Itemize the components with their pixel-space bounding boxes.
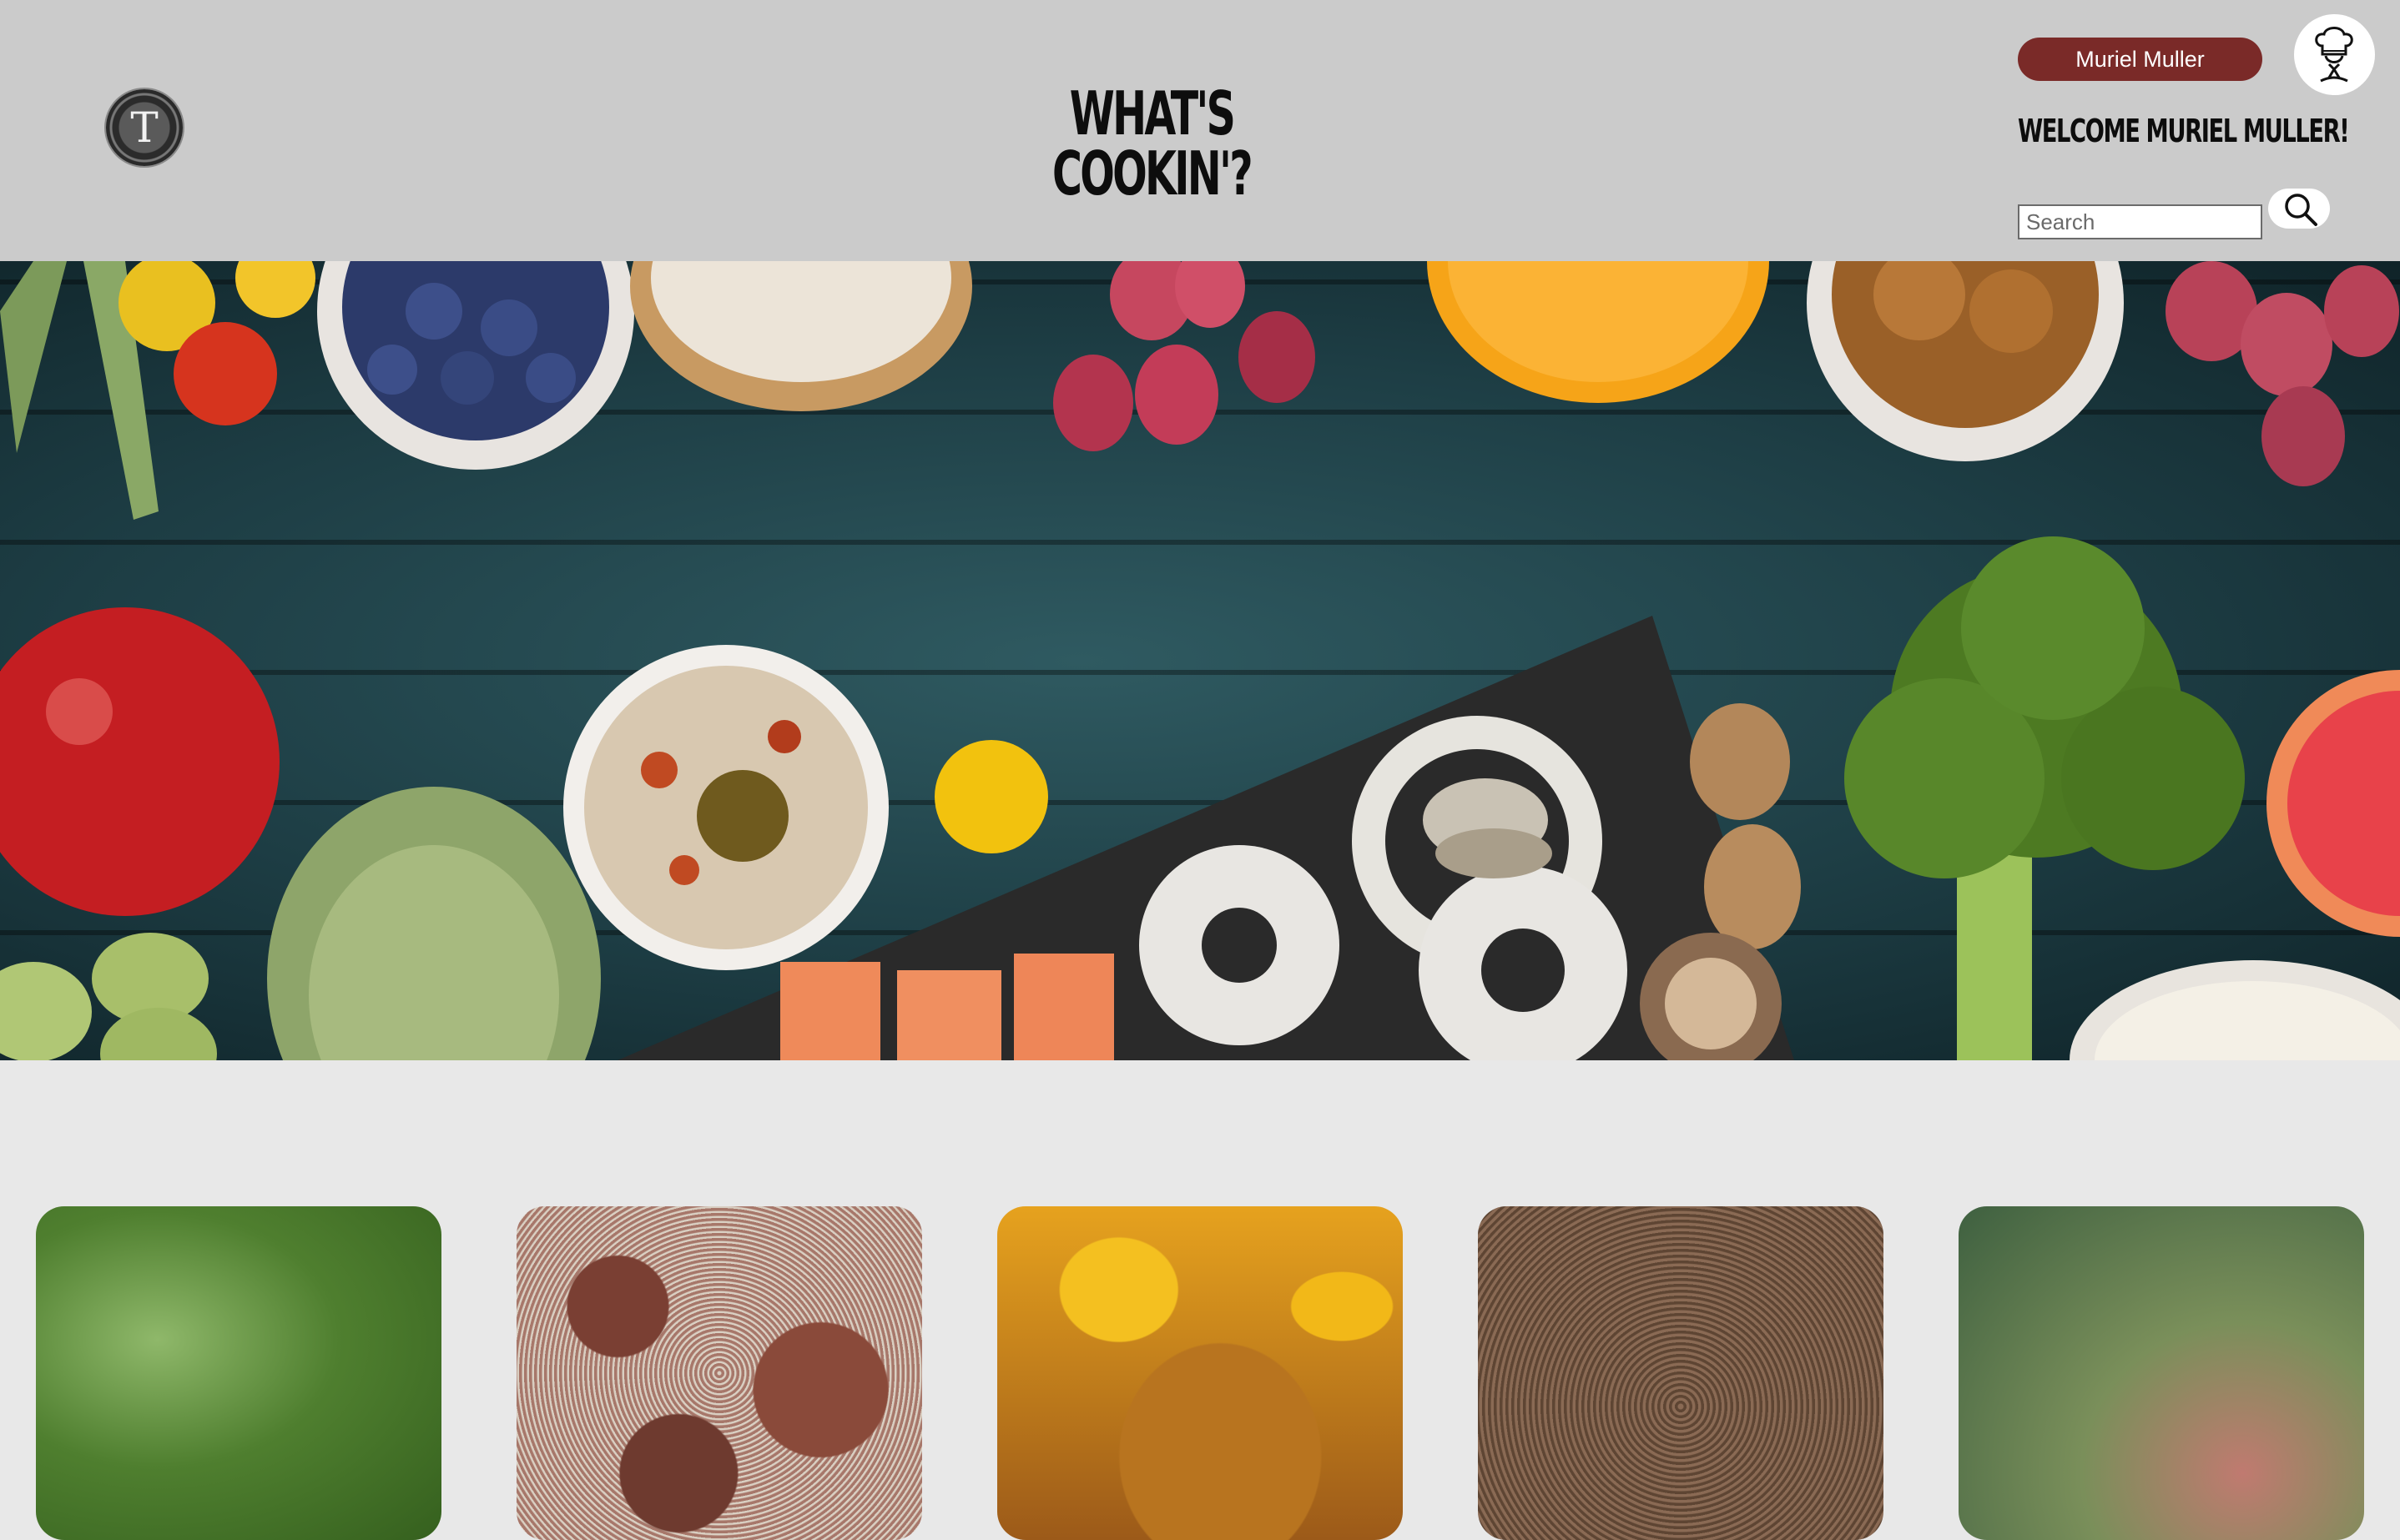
chef-hat-icon	[2315, 27, 2353, 83]
recipe-card-4[interactable]	[1478, 1206, 1883, 1540]
recipe-card-2[interactable]	[517, 1206, 922, 1540]
hero-banner-image	[0, 261, 2400, 1060]
recipe-card-1[interactable]	[36, 1206, 441, 1540]
search-input[interactable]	[2018, 204, 2262, 239]
recipe-card-3[interactable]	[997, 1206, 1403, 1540]
recipe-card-grid	[0, 1206, 2400, 1540]
page-title: WHAT'S COOKIN'?	[1052, 78, 1253, 209]
site-header: T WHAT'S COOKIN'? Muriel Muller WELCOME …	[0, 0, 2400, 261]
search-icon	[2285, 194, 2317, 226]
recipe-card-5[interactable]	[1959, 1206, 2364, 1540]
logo-icon[interactable]: T	[106, 89, 183, 166]
logo-letter: T	[130, 103, 159, 152]
avatar[interactable]	[2294, 14, 2375, 95]
welcome-message: WELCOME MURIEL MULLER!	[2018, 113, 2350, 149]
search-button[interactable]	[2268, 189, 2330, 229]
user-menu-button[interactable]: Muriel Muller	[2018, 38, 2262, 81]
